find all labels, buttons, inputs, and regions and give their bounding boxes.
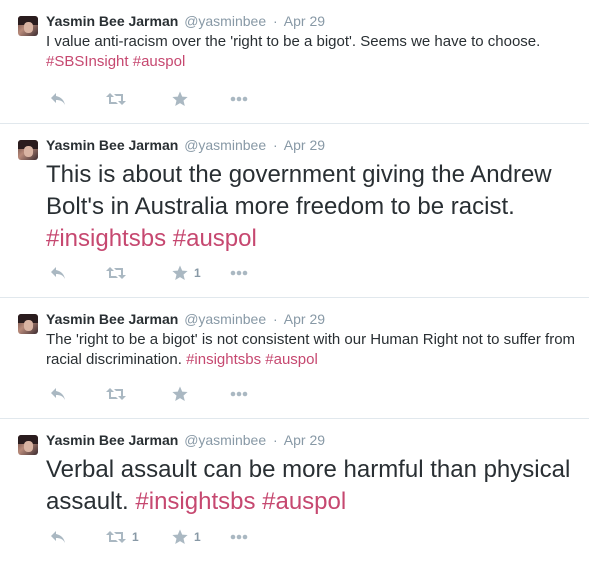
timeline: Yasmin Bee Jarman @yasminbee · Apr 29 I …	[0, 0, 589, 561]
hashtag-link[interactable]: #insightsbs	[46, 225, 166, 252]
tweet-text: Verbal assault can be more harmful than …	[46, 454, 589, 518]
tweet-text: I value anti-racism over the 'right to b…	[46, 32, 589, 72]
retweet-button[interactable]	[106, 266, 172, 280]
separator-dot: ·	[273, 13, 278, 29]
hashtag-link[interactable]: #insightsbs	[135, 488, 255, 515]
retweet-button[interactable]	[106, 92, 172, 106]
retweet-icon	[106, 93, 126, 105]
separator-dot: ·	[273, 311, 278, 327]
timestamp[interactable]: Apr 29	[284, 311, 325, 327]
fullname[interactable]: Yasmin Bee Jarman	[46, 311, 178, 327]
fullname[interactable]: Yasmin Bee Jarman	[46, 137, 178, 153]
hashtag-link[interactable]: #insightsbs	[186, 351, 261, 368]
avatar[interactable]	[18, 140, 38, 160]
more-icon	[230, 534, 248, 540]
hashtag-link[interactable]: #auspol	[265, 351, 318, 368]
star-icon	[172, 529, 188, 544]
timestamp[interactable]: Apr 29	[284, 137, 325, 153]
star-icon	[172, 91, 188, 106]
timestamp[interactable]: Apr 29	[284, 13, 325, 29]
tweet[interactable]: Yasmin Bee Jarman @yasminbee · Apr 29 Ve…	[0, 419, 589, 561]
retweet-button[interactable]	[106, 387, 172, 401]
tweet-actions	[50, 384, 248, 404]
star-icon	[172, 265, 188, 280]
reply-icon	[51, 93, 65, 105]
hashtag-link[interactable]: #auspol	[173, 225, 257, 252]
tweet[interactable]: Yasmin Bee Jarman @yasminbee · Apr 29 Th…	[0, 124, 589, 298]
more-button[interactable]	[230, 270, 248, 276]
tweet-body: I value anti-racism over the 'right to b…	[46, 33, 541, 50]
reply-button[interactable]	[50, 387, 106, 401]
retweet-icon	[106, 531, 126, 543]
more-button[interactable]	[230, 96, 248, 102]
star-icon	[172, 386, 188, 401]
username[interactable]: @yasminbee	[184, 13, 266, 29]
tweet-header: Yasmin Bee Jarman @yasminbee · Apr 29	[46, 12, 589, 30]
reply-button[interactable]	[50, 92, 106, 106]
tweet-actions: 1 1	[50, 527, 248, 547]
favorite-count: 1	[194, 266, 201, 280]
tweet[interactable]: Yasmin Bee Jarman @yasminbee · Apr 29 I …	[0, 0, 589, 124]
tweet-text: This is about the government giving the …	[46, 159, 589, 255]
reply-icon	[51, 531, 65, 543]
hashtag-link[interactable]: #auspol	[133, 53, 186, 70]
favorite-button[interactable]: 1	[172, 265, 230, 281]
retweet-count: 1	[132, 530, 139, 544]
tweet-actions: 1	[50, 263, 248, 283]
avatar[interactable]	[18, 435, 38, 455]
separator-dot: ·	[273, 432, 278, 448]
separator-dot: ·	[273, 137, 278, 153]
retweet-button[interactable]: 1	[106, 530, 172, 544]
fullname[interactable]: Yasmin Bee Jarman	[46, 432, 178, 448]
username[interactable]: @yasminbee	[184, 311, 266, 327]
timestamp[interactable]: Apr 29	[284, 432, 325, 448]
avatar[interactable]	[18, 16, 38, 36]
tweet-header: Yasmin Bee Jarman @yasminbee · Apr 29	[46, 310, 589, 328]
reply-icon	[51, 267, 65, 279]
tweet[interactable]: Yasmin Bee Jarman @yasminbee · Apr 29 Th…	[0, 298, 589, 419]
more-icon	[230, 391, 248, 397]
avatar[interactable]	[18, 314, 38, 334]
hashtag-link[interactable]: #auspol	[262, 488, 346, 515]
tweet-body: This is about the government giving the …	[46, 161, 552, 220]
more-button[interactable]	[230, 391, 248, 397]
favorite-button[interactable]	[172, 386, 230, 402]
retweet-icon	[106, 388, 126, 400]
favorite-button[interactable]: 1	[172, 529, 230, 545]
reply-button[interactable]	[50, 266, 106, 280]
username[interactable]: @yasminbee	[184, 432, 266, 448]
tweet-header: Yasmin Bee Jarman @yasminbee · Apr 29	[46, 431, 589, 449]
fullname[interactable]: Yasmin Bee Jarman	[46, 13, 178, 29]
more-icon	[230, 270, 248, 276]
reply-icon	[51, 388, 65, 400]
tweet-header: Yasmin Bee Jarman @yasminbee · Apr 29	[46, 136, 589, 154]
hashtag-link[interactable]: #SBSInsight	[46, 53, 129, 70]
tweet-actions	[50, 89, 248, 109]
tweet-text: The 'right to be a bigot' is not consist…	[46, 330, 589, 370]
retweet-icon	[106, 267, 126, 279]
more-button[interactable]	[230, 534, 248, 540]
reply-button[interactable]	[50, 530, 106, 544]
favorite-button[interactable]	[172, 91, 230, 107]
favorite-count: 1	[194, 530, 201, 544]
username[interactable]: @yasminbee	[184, 137, 266, 153]
more-icon	[230, 96, 248, 102]
